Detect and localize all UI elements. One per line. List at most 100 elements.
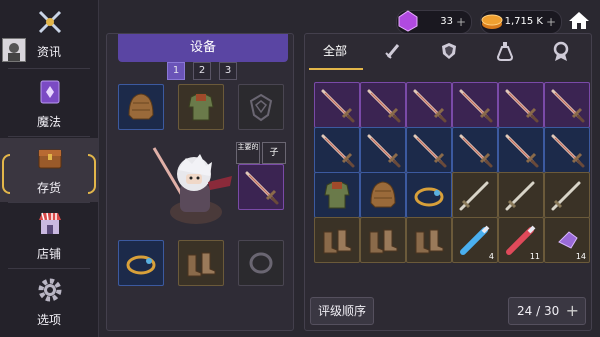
off-hand-tag[interactable]: 子 — [262, 142, 286, 164]
sidebar-item-label: 存货 — [36, 181, 61, 195]
gem-icon — [398, 10, 418, 32]
gold-counter[interactable]: 1,715 K + — [480, 10, 562, 34]
inventory-item[interactable] — [498, 127, 544, 173]
inventory-item[interactable] — [314, 172, 360, 218]
expand-capacity-icon[interactable]: + — [566, 298, 579, 324]
tab-weapons[interactable] — [378, 40, 408, 62]
sidebar-item-options[interactable]: 选项 — [0, 270, 98, 334]
inventory-item[interactable] — [360, 217, 406, 263]
sword-icon — [505, 134, 539, 168]
inventory-item[interactable] — [360, 172, 406, 218]
item-quantity: 14 — [575, 252, 586, 261]
sword-icon — [459, 134, 493, 168]
ring-slot[interactable] — [118, 240, 164, 286]
chest-icon — [38, 149, 62, 169]
shield-slot-empty[interactable] — [238, 84, 284, 130]
sword-icon — [551, 181, 581, 211]
crossed-swords-icon — [38, 10, 62, 34]
inventory-item[interactable] — [544, 127, 590, 173]
add-gold-icon[interactable]: + — [546, 11, 556, 33]
helmet-icon — [370, 181, 396, 208]
ring-icon — [126, 255, 156, 275]
sidebar-item-inventory[interactable]: 存货 — [0, 138, 98, 202]
inventory-item[interactable]: 14 — [544, 217, 590, 263]
shield-outline-icon — [249, 93, 273, 122]
inventory-item[interactable] — [452, 172, 498, 218]
inventory-item[interactable] — [360, 127, 406, 173]
shop-icon — [39, 212, 61, 234]
gold-coin-icon — [481, 14, 503, 29]
sword-icon — [551, 134, 585, 168]
weapon-slot[interactable] — [238, 164, 284, 210]
sword-icon — [321, 89, 355, 123]
inventory-item[interactable] — [314, 127, 360, 173]
inventory-item[interactable] — [544, 82, 590, 128]
inventory-item[interactable] — [406, 82, 452, 128]
item-quantity: 4 — [488, 252, 494, 261]
armor-icon — [188, 93, 214, 121]
loadout-tab-2[interactable]: 2 — [193, 62, 211, 80]
add-gems-icon[interactable]: + — [456, 11, 466, 33]
inventory-capacity[interactable]: 24 / 30 + — [508, 297, 586, 325]
inventory-item[interactable] — [360, 82, 406, 128]
sword-icon — [367, 134, 401, 168]
boots-icon — [323, 229, 352, 254]
active-tab-indicator — [309, 68, 363, 70]
boots-icon — [187, 252, 216, 277]
gold-count: 1,715 K — [504, 16, 543, 27]
sidebar-item-label: 选项 — [36, 313, 61, 327]
ring-slot-empty[interactable] — [238, 240, 284, 286]
home-icon[interactable] — [568, 10, 590, 30]
sidebar-item-label: 资讯 — [36, 45, 61, 59]
sword-icon — [367, 89, 401, 123]
inventory-item[interactable] — [544, 172, 590, 218]
boots-slot[interactable] — [178, 240, 224, 286]
ring-icon — [414, 187, 444, 207]
equipment-title: 设备 — [118, 34, 288, 62]
sword-icon — [551, 89, 585, 123]
sidebar-item-magic[interactable]: 魔法 — [0, 72, 98, 136]
ring-outline-icon — [249, 252, 273, 274]
armor-icon — [324, 181, 350, 209]
inventory-item[interactable] — [498, 172, 544, 218]
armor-slot[interactable] — [178, 84, 224, 130]
sidebar: 资讯 魔法 存货 店铺 选项 — [0, 0, 99, 337]
inventory-item[interactable]: 4 — [452, 217, 498, 263]
loadout-tab-3[interactable]: 3 — [219, 62, 237, 80]
inventory-item[interactable] — [406, 217, 452, 263]
sword-icon — [505, 89, 539, 123]
gem-count: 33 — [440, 16, 453, 27]
gear-icon — [38, 278, 62, 302]
inventory-item[interactable] — [406, 127, 452, 173]
sword-icon — [413, 134, 447, 168]
tab-potions[interactable] — [490, 40, 520, 62]
sword-icon — [321, 134, 355, 168]
inventory-item[interactable] — [452, 127, 498, 173]
sword-icon — [413, 89, 447, 123]
inventory-item[interactable] — [314, 217, 360, 263]
main-hand-tag: 主要的 — [236, 142, 260, 164]
sidebar-item-info[interactable]: 资讯 — [0, 2, 98, 66]
inventory-item[interactable] — [314, 82, 360, 128]
inventory-item[interactable] — [406, 172, 452, 218]
inventory-item[interactable]: 11 — [498, 217, 544, 263]
divider — [8, 136, 90, 137]
sidebar-item-label: 魔法 — [36, 115, 61, 129]
loadout-tab-1[interactable]: 1 — [167, 62, 185, 80]
tab-armor[interactable] — [434, 40, 464, 62]
sidebar-item-shop[interactable]: 店铺 — [0, 204, 98, 268]
gem-counter[interactable]: 33 + — [396, 10, 472, 34]
inventory-item[interactable] — [498, 82, 544, 128]
helmet-slot[interactable] — [118, 84, 164, 130]
boots-icon — [415, 229, 444, 254]
sword-icon — [459, 181, 489, 211]
tab-medals[interactable] — [546, 40, 576, 62]
sword-icon — [245, 171, 279, 205]
tab-all[interactable]: 全部 — [320, 40, 350, 62]
sidebar-item-label: 店铺 — [36, 247, 61, 261]
spellbook-icon — [40, 80, 60, 104]
sword-icon — [505, 181, 535, 211]
inventory-item[interactable] — [452, 82, 498, 128]
item-quantity: 11 — [529, 252, 540, 261]
sort-by-rating-button[interactable]: 评级顺序 — [310, 297, 374, 325]
